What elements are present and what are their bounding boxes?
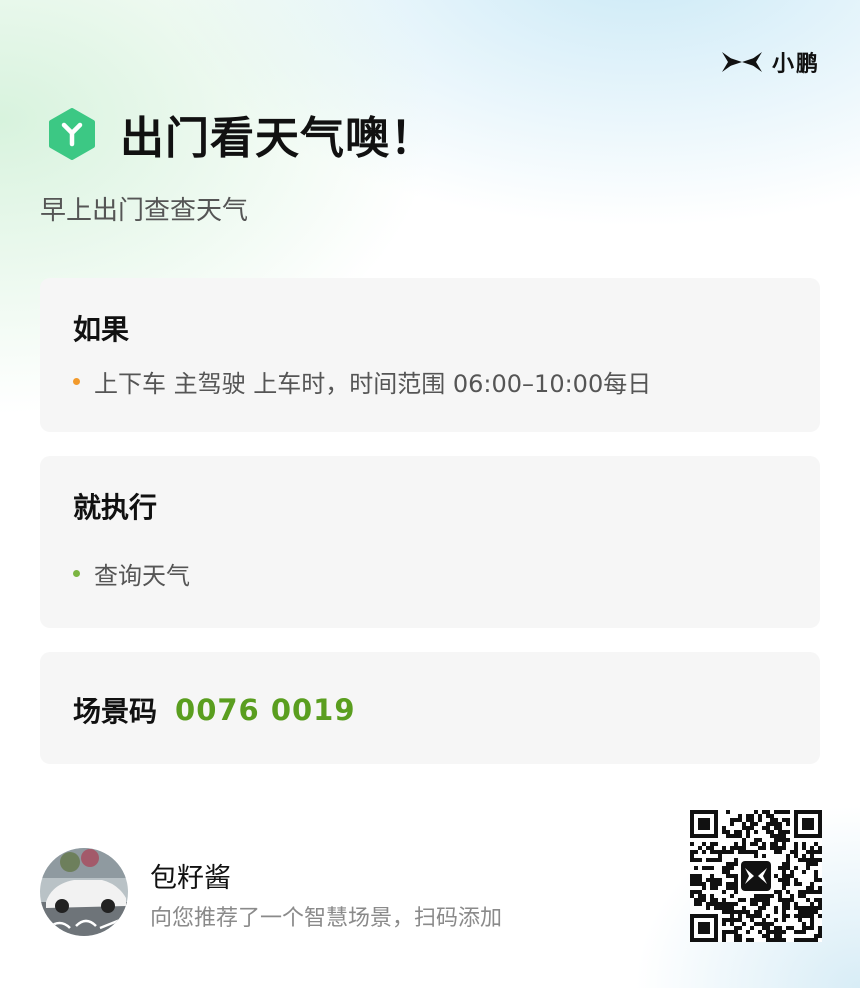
share-description: 向您推荐了一个智慧场景，扫码添加	[150, 906, 503, 931]
bullet-dot-icon	[73, 378, 80, 385]
qr-code[interactable]	[690, 810, 822, 942]
xpeng-logo-icon	[721, 52, 762, 72]
condition-item-text: 上下车 主驾驶 上车时，时间范围 06:00–10:00每日	[94, 370, 652, 398]
action-item-text: 查询天气	[94, 562, 190, 590]
hexagon-y-icon	[49, 108, 95, 160]
condition-item: 上下车 主驾驶 上车时，时间范围 06:00–10:00每日	[73, 364, 651, 399]
brand-logo: 小鹏	[720, 46, 820, 78]
page-title: 出门看天气噢！	[120, 113, 435, 164]
action-item: 查询天气	[73, 556, 190, 591]
action-title: 就执行	[73, 491, 158, 524]
condition-card: 如果 上下车 主驾驶 上车时，时间范围 06:00–10:00每日	[40, 278, 820, 432]
condition-title: 如果	[73, 313, 130, 346]
page-subtitle: 早上出门查查天气	[40, 196, 249, 226]
scene-header: 出门看天气噢！	[46, 102, 435, 166]
avatar	[40, 848, 128, 936]
scene-code-value: 0076 0019	[175, 693, 356, 727]
avatar-car-image	[40, 848, 128, 936]
brand-name: 小鹏	[771, 52, 820, 77]
scene-code-label: 场景码	[73, 695, 158, 728]
scene-code-row: 场景码 0076 0019	[73, 690, 356, 730]
bullet-dot-icon	[73, 570, 80, 577]
sharer-name: 包籽酱	[150, 863, 231, 894]
action-card: 就执行 查询天气	[40, 456, 820, 628]
scene-code-card: 场景码 0076 0019	[40, 652, 820, 764]
